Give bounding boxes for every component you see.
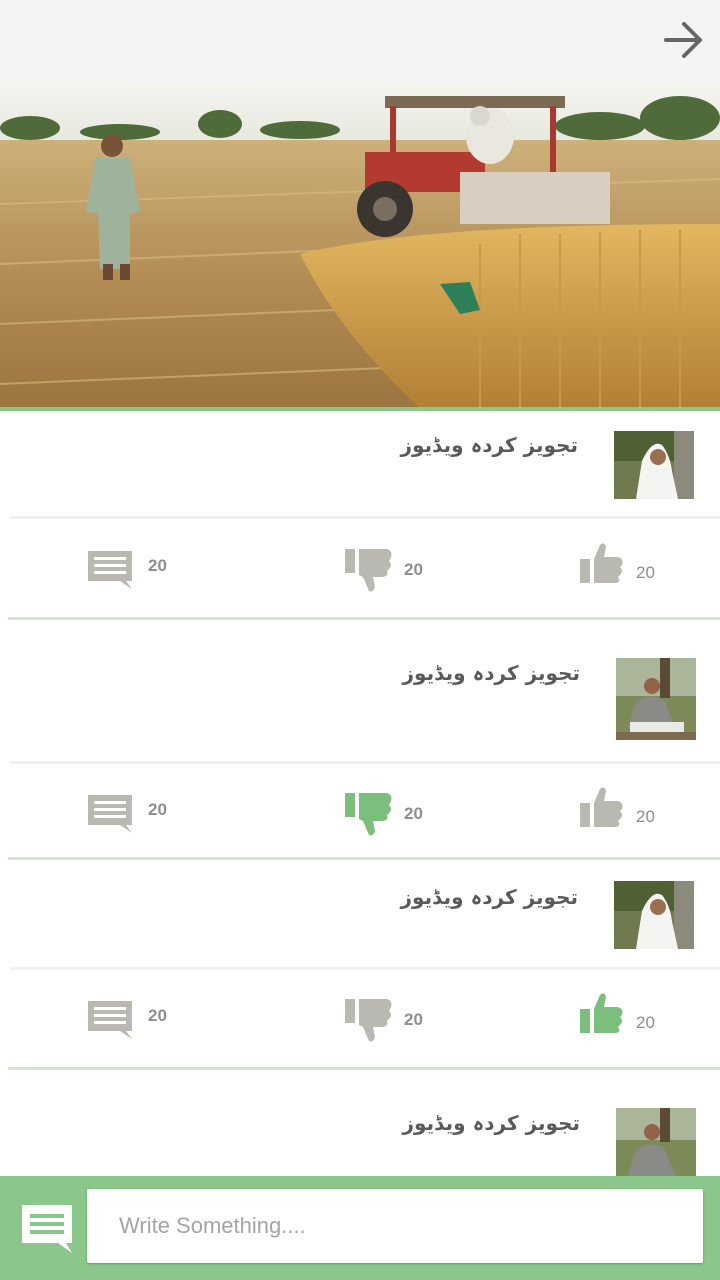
card-title[interactable]: تجویز کردہ ویڈیوز	[403, 1111, 580, 1135]
comment-icon	[88, 1001, 132, 1039]
thumbs-up-icon	[580, 543, 623, 583]
chat-bubble-icon	[22, 1205, 72, 1253]
message-input[interactable]	[87, 1189, 703, 1263]
card-divider	[10, 967, 720, 970]
comment-icon	[88, 551, 132, 589]
like-count: 20	[636, 563, 655, 582]
feed-card: تجویز کردہ ویڈیوز	[0, 1073, 720, 1176]
dislike-button[interactable]	[345, 997, 395, 1043]
like-button[interactable]	[580, 541, 626, 585]
top-bar	[0, 0, 720, 85]
feed-card: تجویز کردہ ویڈیوز 20 20 20	[0, 861, 720, 1073]
dislike-count: 20	[404, 1010, 423, 1029]
comment-button[interactable]	[86, 793, 134, 835]
avatar[interactable]	[616, 658, 696, 740]
comment-button[interactable]	[86, 549, 134, 591]
card-divider	[10, 516, 720, 519]
arrow-right-icon	[664, 22, 702, 58]
card-divider	[10, 761, 720, 764]
comment-icon	[88, 795, 132, 833]
avatar[interactable]	[614, 881, 694, 949]
card-separator	[8, 1067, 720, 1070]
composer-bar	[0, 1176, 720, 1280]
like-count: 20	[636, 807, 655, 826]
thumbs-down-icon	[345, 999, 392, 1042]
comment-count: 20	[148, 800, 167, 819]
dislike-button[interactable]	[345, 791, 395, 837]
card-title[interactable]: تجویز کردہ ویڈیوز	[401, 433, 578, 457]
thumbs-down-icon	[345, 793, 392, 836]
thumbs-up-icon	[580, 787, 623, 827]
dislike-count: 20	[404, 804, 423, 823]
card-title[interactable]: تجویز کردہ ویڈیوز	[401, 885, 578, 909]
card-separator	[8, 857, 720, 860]
card-title[interactable]: تجویز کردہ ویڈیوز	[403, 661, 580, 685]
like-button[interactable]	[580, 785, 626, 829]
dislike-button[interactable]	[345, 547, 395, 593]
comment-button[interactable]	[86, 999, 134, 1041]
feed-card: تجویز کردہ ویڈیوز 20 20 20	[0, 621, 720, 861]
dislike-count: 20	[404, 560, 423, 579]
hero-image	[0, 84, 720, 408]
feed-list[interactable]: تجویز کردہ ویڈیوز 20 20 20 تجویز کردہ وی…	[0, 411, 720, 1176]
comment-count: 20	[148, 1006, 167, 1025]
feed-card: تجویز کردہ ویڈیوز 20 20 20	[0, 411, 720, 621]
card-separator	[8, 617, 720, 620]
chat-button[interactable]	[20, 1203, 74, 1257]
thumbs-up-icon	[580, 993, 623, 1033]
avatar[interactable]	[614, 431, 694, 499]
thumbs-down-icon	[345, 549, 392, 592]
avatar[interactable]	[616, 1108, 696, 1176]
comment-count: 20	[148, 556, 167, 575]
back-button[interactable]	[662, 18, 706, 62]
like-count: 20	[636, 1013, 655, 1032]
like-button[interactable]	[580, 991, 626, 1035]
